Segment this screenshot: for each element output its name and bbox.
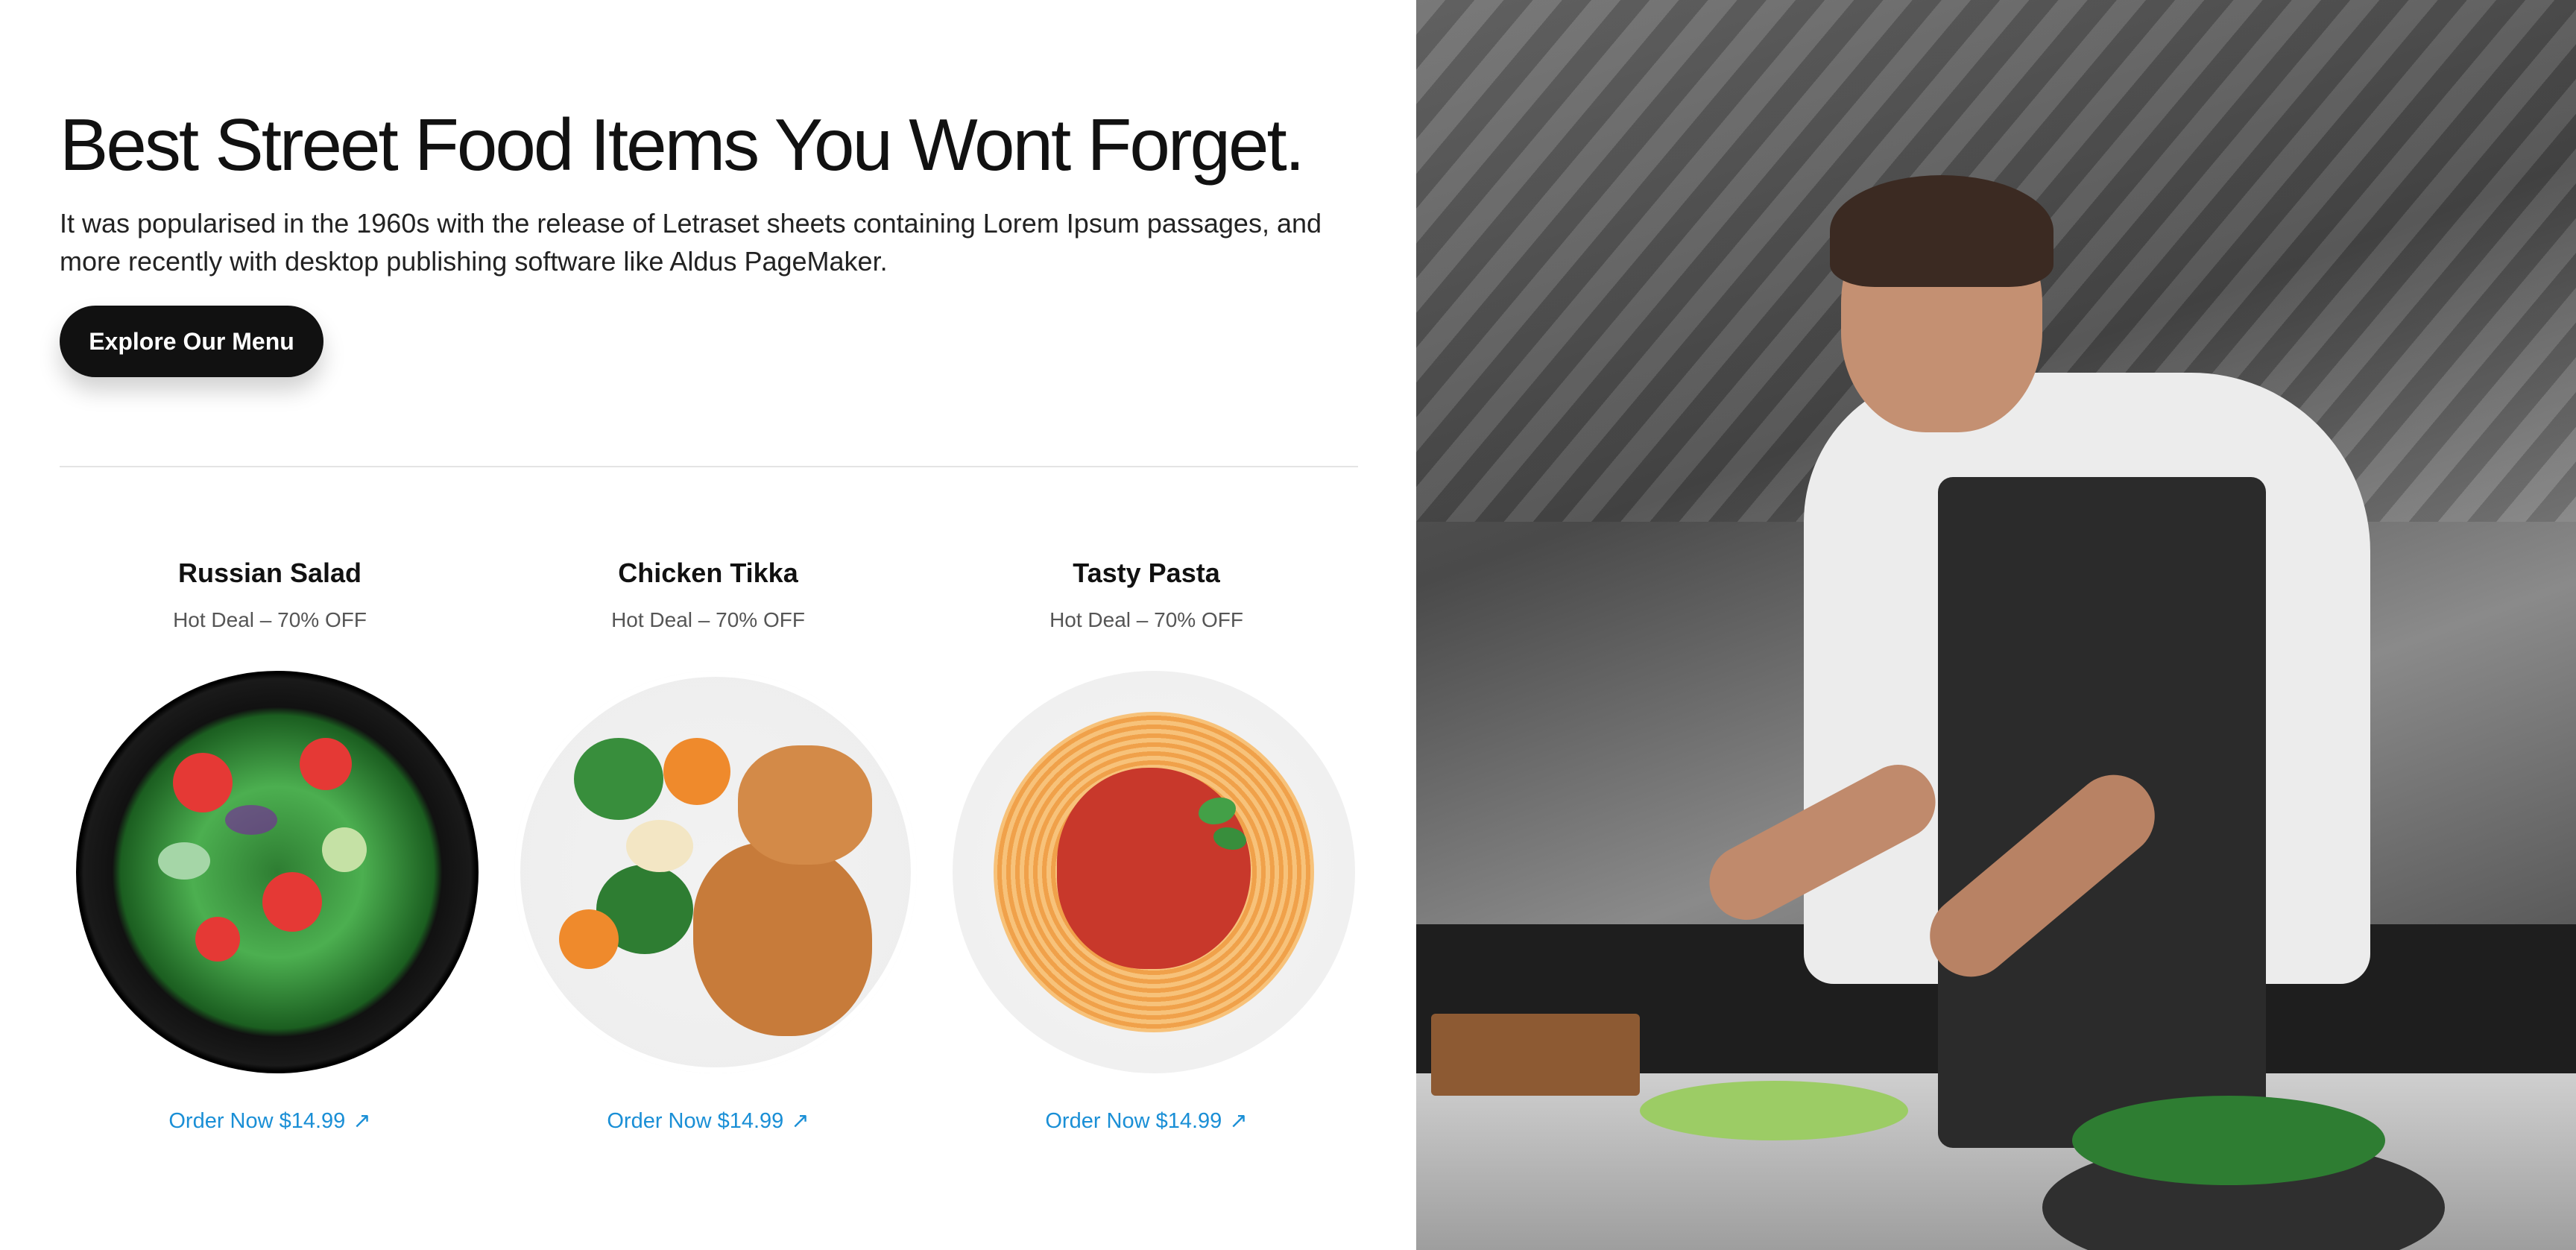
tasty-pasta-image bbox=[953, 671, 1355, 1073]
order-label: Order Now $14.99 bbox=[1045, 1109, 1222, 1133]
menu-card-chicken-tikka: Chicken Tikka Hot Deal – 70% OFF Order N… bbox=[499, 552, 917, 1148]
chef-hair bbox=[1830, 175, 2053, 287]
cutting-board bbox=[1431, 1014, 1640, 1096]
order-now-link[interactable]: Order Now $14.99 ↗ bbox=[61, 1108, 479, 1134]
menu-item-deal: Hot Deal – 70% OFF bbox=[173, 608, 367, 631]
arrow-up-right-icon: ↗ bbox=[353, 1109, 371, 1133]
chicken-tikka-image bbox=[514, 671, 917, 1073]
menu-item-deal: Hot Deal – 70% OFF bbox=[1049, 608, 1243, 631]
menu-item-name: Russian Salad bbox=[177, 558, 362, 588]
order-now-link[interactable]: Order Now $14.99 ↗ bbox=[938, 1108, 1355, 1134]
menu-item-name: Chicken Tikka bbox=[618, 558, 798, 588]
menu-item-name: Tasty Pasta bbox=[1073, 558, 1220, 588]
explore-menu-button[interactable]: Explore Our Menu bbox=[60, 306, 323, 377]
order-label: Order Now $14.99 bbox=[168, 1109, 346, 1133]
order-now-link[interactable]: Order Now $14.99 ↗ bbox=[499, 1108, 917, 1134]
page-title: Best Street Food Items You Wont Forget. bbox=[60, 104, 1305, 186]
hero-description: It was popularised in the 1960s with the… bbox=[60, 208, 1322, 277]
arrow-up-right-icon: ↗ bbox=[1229, 1109, 1248, 1133]
order-label: Order Now $14.99 bbox=[607, 1109, 784, 1133]
chopped-peas bbox=[1640, 1081, 1908, 1140]
chef-hero-image bbox=[1416, 0, 2576, 1250]
menu-card-russian-salad: Russian Salad Hot Deal – 70% OFF Order N… bbox=[61, 552, 479, 1148]
menu-item-deal: Hot Deal – 70% OFF bbox=[611, 608, 805, 631]
russian-salad-image bbox=[76, 671, 479, 1073]
menu-card-tasty-pasta: Tasty Pasta Hot Deal – 70% OFF Order Now… bbox=[938, 552, 1355, 1148]
content-panel: Best Street Food Items You Wont Forget. … bbox=[0, 0, 1416, 1250]
bowl-greens bbox=[2072, 1096, 2385, 1185]
arrow-up-right-icon: ↗ bbox=[791, 1109, 809, 1133]
divider bbox=[60, 466, 1358, 467]
